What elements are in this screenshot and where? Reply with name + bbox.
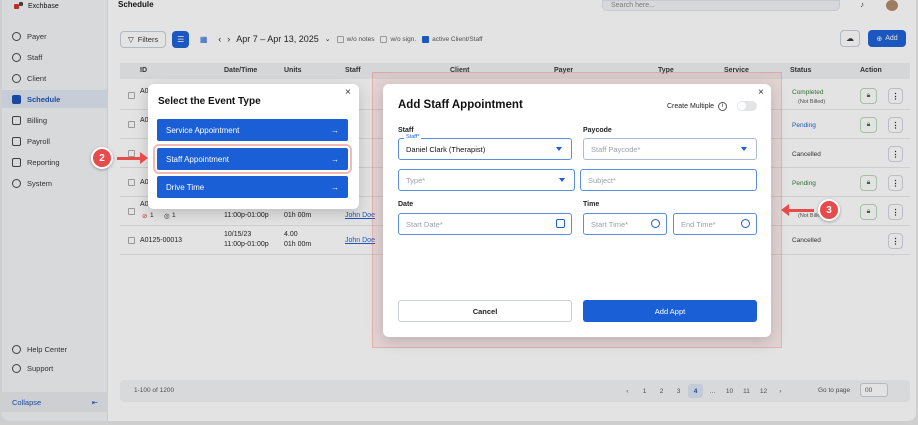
chevron-down-icon xyxy=(556,147,562,151)
staff-label: Staff xyxy=(398,127,414,134)
event-type-modal: Select the Event Type × Service Appointm… xyxy=(148,84,359,209)
end-time-input[interactable]: End Time* xyxy=(673,213,757,235)
staff-appointment-option[interactable]: Staff Appointment → xyxy=(153,144,352,174)
staff-select[interactable]: Staff* Daniel Clark (Therapist) xyxy=(398,134,572,160)
arrow-right-icon: → xyxy=(331,154,339,164)
appt-modal-title: Add Staff Appointment xyxy=(398,99,523,111)
step-2-arrowhead xyxy=(140,152,148,164)
chevron-down-icon xyxy=(559,178,565,182)
subject-placeholder: Subject* xyxy=(588,175,616,185)
close-icon[interactable]: × xyxy=(345,88,351,98)
clock-icon[interactable] xyxy=(741,219,750,228)
drive-time-option[interactable]: Drive Time → xyxy=(157,176,348,198)
add-appt-button[interactable]: Add Appt xyxy=(583,300,757,322)
create-multiple-label: Create Multiple xyxy=(667,102,715,110)
step-2-marker: 2 xyxy=(91,147,113,169)
service-appointment-option[interactable]: Service Appointment → xyxy=(157,119,348,141)
arrow-right-icon: → xyxy=(331,182,339,192)
create-multiple-toggle[interactable] xyxy=(737,101,758,111)
step-3-marker: 3 xyxy=(818,199,840,221)
paycode-select[interactable]: Staff Paycode* xyxy=(583,138,757,160)
paycode-placeholder: Staff Paycode* xyxy=(591,144,641,154)
add-staff-appointment-modal: Add Staff Appointment × Create Multiple i… xyxy=(383,84,771,337)
calendar-icon[interactable] xyxy=(556,219,565,228)
option-label: Drive Time xyxy=(166,182,205,192)
type-placeholder: Type* xyxy=(406,175,426,185)
start-date-input[interactable]: Start Date* xyxy=(398,213,572,235)
staff-value: Daniel Clark (Therapist) xyxy=(406,144,486,154)
clock-icon[interactable] xyxy=(651,219,660,228)
start-time-placeholder: Start Time* xyxy=(591,219,629,229)
end-time-placeholder: End Time* xyxy=(681,219,716,229)
start-time-input[interactable]: Start Time* xyxy=(583,213,667,235)
close-icon[interactable]: × xyxy=(758,88,764,98)
cancel-button[interactable]: Cancel xyxy=(398,300,572,322)
arrow-right-icon: → xyxy=(331,125,339,135)
time-label: Time xyxy=(583,201,600,208)
date-label: Date xyxy=(398,201,414,208)
info-icon[interactable]: i xyxy=(718,101,728,111)
create-multiple: Create Multiple i xyxy=(667,101,758,111)
event-modal-title: Select the Event Type xyxy=(158,96,261,107)
staff-float-label: Staff* xyxy=(404,134,422,140)
start-date-placeholder: Start Date* xyxy=(406,219,443,229)
option-label: Staff Appointment xyxy=(166,154,230,164)
step-3-arrow xyxy=(788,209,814,212)
chevron-down-icon xyxy=(741,147,747,151)
option-label: Service Appointment xyxy=(166,125,240,135)
paycode-label: Paycode xyxy=(583,127,612,134)
subject-input[interactable]: Subject* xyxy=(580,169,757,191)
type-select[interactable]: Type* xyxy=(398,169,575,191)
